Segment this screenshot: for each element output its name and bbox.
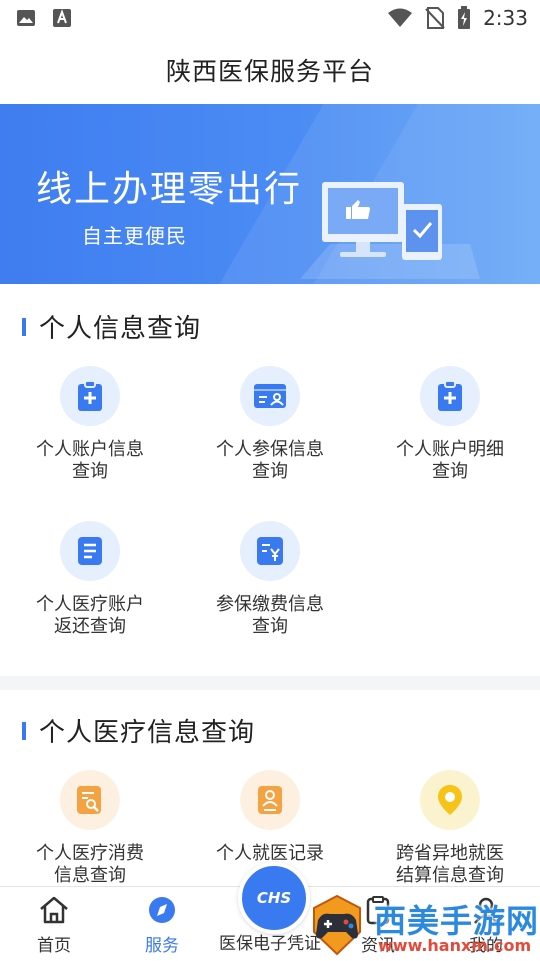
item-label: 个人医疗消费 信息查询 xyxy=(36,843,144,886)
tab-label: 首页 xyxy=(37,936,71,956)
section-personal-info-header: 个人信息查询 xyxy=(22,308,201,345)
icon-circle xyxy=(60,521,120,581)
item-label: 个人账户明细 查询 xyxy=(396,439,504,482)
chs-e-voucher-button[interactable]: CHS xyxy=(238,862,310,934)
app-header: 陕西医保服务平台 xyxy=(0,36,540,104)
promo-banner[interactable]: 线上办理零出行 自主更便民 xyxy=(0,104,540,284)
section-title: 个人医疗信息查询 xyxy=(39,718,256,748)
medical-consumption-item[interactable]: 个人医疗消费 信息查询 xyxy=(0,770,180,887)
page-title: 陕西医保服务平台 xyxy=(165,57,374,86)
icon-circle xyxy=(60,770,120,830)
medical-visit-record-item[interactable]: 个人就医记录 xyxy=(180,770,360,865)
document-lines-icon xyxy=(78,537,102,565)
section-title: 个人信息查询 xyxy=(39,314,202,344)
icon-circle xyxy=(60,366,120,426)
item-label: 个人参保信息 查询 xyxy=(216,439,324,482)
chs-icon: CHS xyxy=(256,889,292,907)
icon-circle xyxy=(240,770,300,830)
tab-home[interactable]: 首页 xyxy=(4,895,104,956)
watermark-url: www.hanxm.com xyxy=(378,936,532,955)
battery-charging-icon xyxy=(458,6,471,29)
cross-province-settlement-item[interactable]: 跨省异地就医 结算信息查询 xyxy=(360,770,540,887)
document-search-icon xyxy=(77,786,101,814)
icon-circle xyxy=(420,770,480,830)
compass-icon xyxy=(149,897,175,923)
clipboard-plus-icon xyxy=(78,380,102,411)
section-accent-bar xyxy=(22,721,26,740)
item-label: 参保缴费信息 查询 xyxy=(216,594,324,637)
item-label: 个人医疗账户 返还查询 xyxy=(36,594,144,637)
icon-circle xyxy=(420,366,480,426)
medical-account-refund-item[interactable]: 个人医疗账户 返还查询 xyxy=(0,521,180,638)
site-watermark: 西美手游网 www.hanxm.com xyxy=(304,890,540,960)
personal-insurance-info-item[interactable]: 个人参保信息 查询 xyxy=(180,366,360,483)
status-bar: 2:33 xyxy=(0,0,540,36)
section-divider xyxy=(0,676,540,690)
banner-title: 线上办理零出行 xyxy=(36,169,303,210)
home-icon xyxy=(40,896,68,924)
game-controller-logo-icon xyxy=(313,894,361,956)
id-card-icon xyxy=(254,384,286,408)
section-accent-bar xyxy=(22,317,26,336)
wifi-icon xyxy=(388,8,413,27)
clipboard-plus-icon xyxy=(438,380,462,411)
tab-label: 服务 xyxy=(145,936,179,956)
location-pin-icon xyxy=(438,785,462,815)
item-label: 跨省异地就医 结算信息查询 xyxy=(396,843,504,886)
banner-subtitle: 自主更便民 xyxy=(82,224,187,248)
person-record-icon xyxy=(258,786,282,814)
image-notification-icon xyxy=(17,10,35,26)
status-time: 2:33 xyxy=(483,6,528,30)
personal-account-info-item[interactable]: 个人账户信息 查询 xyxy=(0,366,180,483)
section-medical-info-header: 个人医疗信息查询 xyxy=(22,712,255,749)
no-sim-icon xyxy=(425,7,445,29)
yuan-document-icon xyxy=(257,537,283,565)
computer-illustration-icon xyxy=(300,182,480,279)
icon-circle xyxy=(240,521,300,581)
tab-services[interactable]: 服务 xyxy=(112,895,212,956)
icon-circle xyxy=(240,366,300,426)
text-notification-icon xyxy=(53,9,71,27)
personal-account-detail-item[interactable]: 个人账户明细 查询 xyxy=(360,366,540,483)
item-label: 个人账户信息 查询 xyxy=(36,439,144,482)
insurance-payment-info-item[interactable]: 参保缴费信息 查询 xyxy=(180,521,360,638)
